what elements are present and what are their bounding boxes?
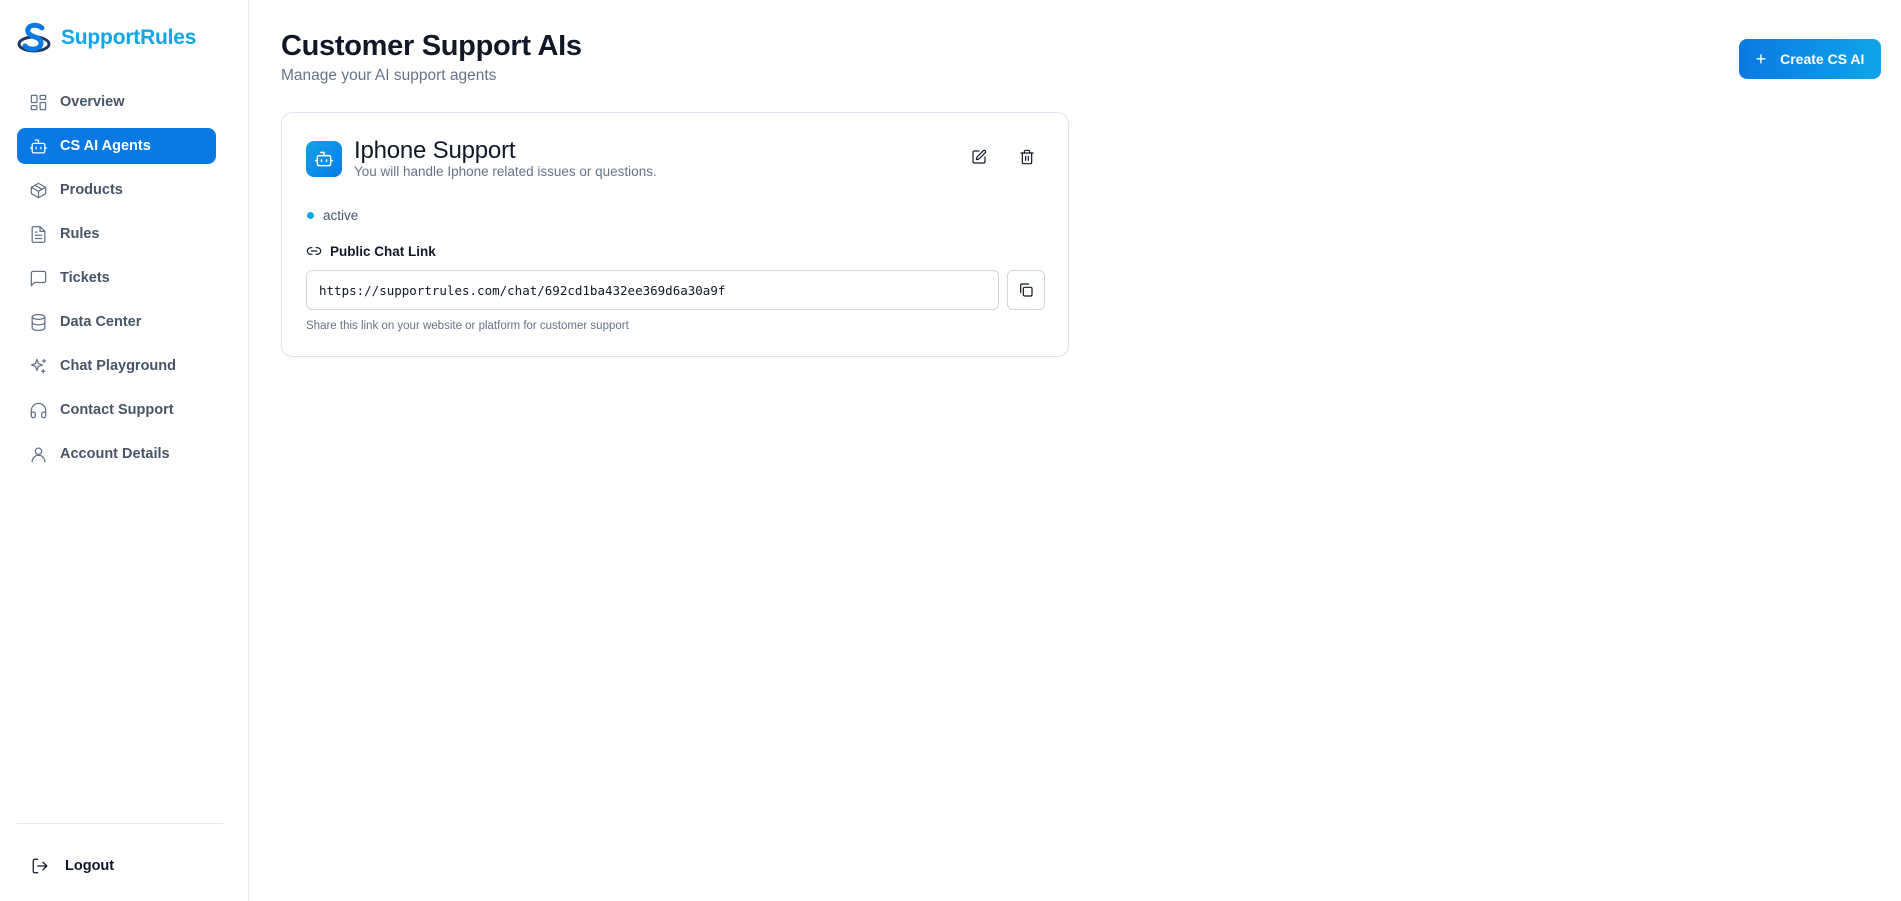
page-title: Customer Support AIs: [281, 30, 582, 62]
sidebar-item-label: Data Center: [60, 314, 142, 330]
sidebar: SupportRules Overview CS AI Agents Produ…: [0, 0, 249, 901]
logo-icon: [17, 22, 51, 53]
sidebar-nav: Overview CS AI Agents Products Rules Tic…: [17, 84, 216, 480]
public-chat-link-heading: Public Chat Link: [306, 243, 436, 259]
sidebar-item-label: Rules: [60, 226, 100, 242]
logout-label: Logout: [65, 858, 115, 874]
sidebar-item-label: Account Details: [60, 446, 170, 462]
message-square-icon: [28, 268, 48, 288]
sparkles-icon: [28, 356, 48, 376]
sidebar-item-account-details[interactable]: Account Details: [17, 436, 216, 472]
logout-icon: [32, 858, 48, 874]
sidebar-item-label: Products: [60, 182, 123, 198]
edit-agent-button[interactable]: [965, 143, 993, 171]
status-dot: [307, 212, 314, 219]
sidebar-item-products[interactable]: Products: [17, 172, 216, 208]
agent-description: You will handle Iphone related issues or…: [354, 164, 657, 179]
logout-button[interactable]: Logout: [31, 857, 114, 875]
sidebar-item-rules[interactable]: Rules: [17, 216, 216, 252]
plus-icon: +: [1755, 49, 1767, 69]
copy-link-button[interactable]: [1007, 270, 1045, 310]
copy-icon: [1020, 283, 1033, 297]
edit-icon: [972, 149, 987, 164]
sidebar-item-contact-support[interactable]: Contact Support: [17, 392, 216, 428]
sidebar-item-label: CS AI Agents: [60, 138, 151, 154]
agent-name: Iphone Support: [354, 137, 516, 164]
sidebar-item-overview[interactable]: Overview: [17, 84, 216, 120]
main-content: Customer Support AIs Manage your AI supp…: [249, 0, 1901, 901]
page-subtitle: Manage your AI support agents: [281, 67, 497, 84]
sidebar-item-data-center[interactable]: Data Center: [17, 304, 216, 340]
sidebar-item-tickets[interactable]: Tickets: [17, 260, 216, 296]
box-icon: [28, 180, 48, 200]
sidebar-item-label: Overview: [60, 94, 125, 110]
public-chat-link-input[interactable]: [306, 270, 999, 310]
sidebar-item-chat-playground[interactable]: Chat Playground: [17, 348, 216, 384]
trash-icon: [1020, 149, 1034, 165]
headphones-icon: [28, 400, 48, 420]
grid-icon: [28, 92, 48, 112]
bot-icon: [314, 151, 334, 167]
sidebar-item-label: Chat Playground: [60, 358, 177, 374]
create-cs-ai-label: Create CS AI: [1780, 51, 1865, 67]
sidebar-item-cs-ai-agents[interactable]: CS AI Agents: [17, 128, 216, 164]
user-icon: [28, 444, 48, 464]
link-icon: [306, 247, 322, 255]
status-label: active: [323, 208, 359, 223]
app-root: SupportRules Overview CS AI Agents Produ…: [0, 0, 1901, 901]
sidebar-item-label: Contact Support: [60, 402, 174, 418]
status-badge: active: [307, 208, 358, 223]
database-icon: [28, 312, 48, 332]
bot-icon: [28, 136, 48, 156]
public-chat-link-label: Public Chat Link: [330, 243, 436, 259]
create-cs-ai-button[interactable]: + Create CS AI: [1739, 39, 1881, 79]
public-chat-link-help: Share this link on your website or platf…: [306, 320, 629, 332]
agent-avatar: [306, 141, 342, 177]
file-text-icon: [28, 224, 48, 244]
brand-name: SupportRules: [61, 26, 197, 49]
sidebar-item-label: Tickets: [60, 270, 110, 286]
agent-card: Iphone Support You will handle Iphone re…: [281, 112, 1069, 357]
brand-logo[interactable]: SupportRules: [17, 20, 196, 56]
sidebar-divider: [17, 823, 223, 824]
delete-agent-button[interactable]: [1013, 143, 1041, 171]
